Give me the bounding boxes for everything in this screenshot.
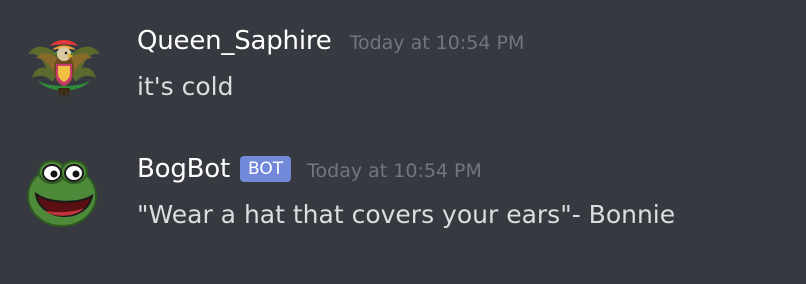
frog-face-avatar-icon <box>27 160 97 227</box>
timestamp[interactable]: Today at 10:54 PM <box>350 32 525 54</box>
username[interactable]: BogBot <box>137 154 230 184</box>
bot-badge: BOT <box>240 156 292 182</box>
username[interactable]: Queen_Saphire <box>137 26 332 56</box>
message-queen-saphire: Queen_Saphire Today at 10:54 PM it's col… <box>0 20 806 110</box>
avatar[interactable] <box>22 152 106 236</box>
message-header: BogBot BOT Today at 10:54 PM <box>137 154 482 185</box>
timestamp[interactable]: Today at 10:54 PM <box>307 160 482 182</box>
message-content: it's cold <box>137 72 234 101</box>
message-content: "Wear a hat that covers your ears"- Bonn… <box>137 200 676 229</box>
avatar[interactable] <box>22 24 106 108</box>
message-header: Queen_Saphire Today at 10:54 PM <box>137 26 524 56</box>
eagle-crest-avatar-icon <box>28 40 100 100</box>
message-bogbot: BogBot BOT Today at 10:54 PM "Wear a hat… <box>0 148 806 248</box>
